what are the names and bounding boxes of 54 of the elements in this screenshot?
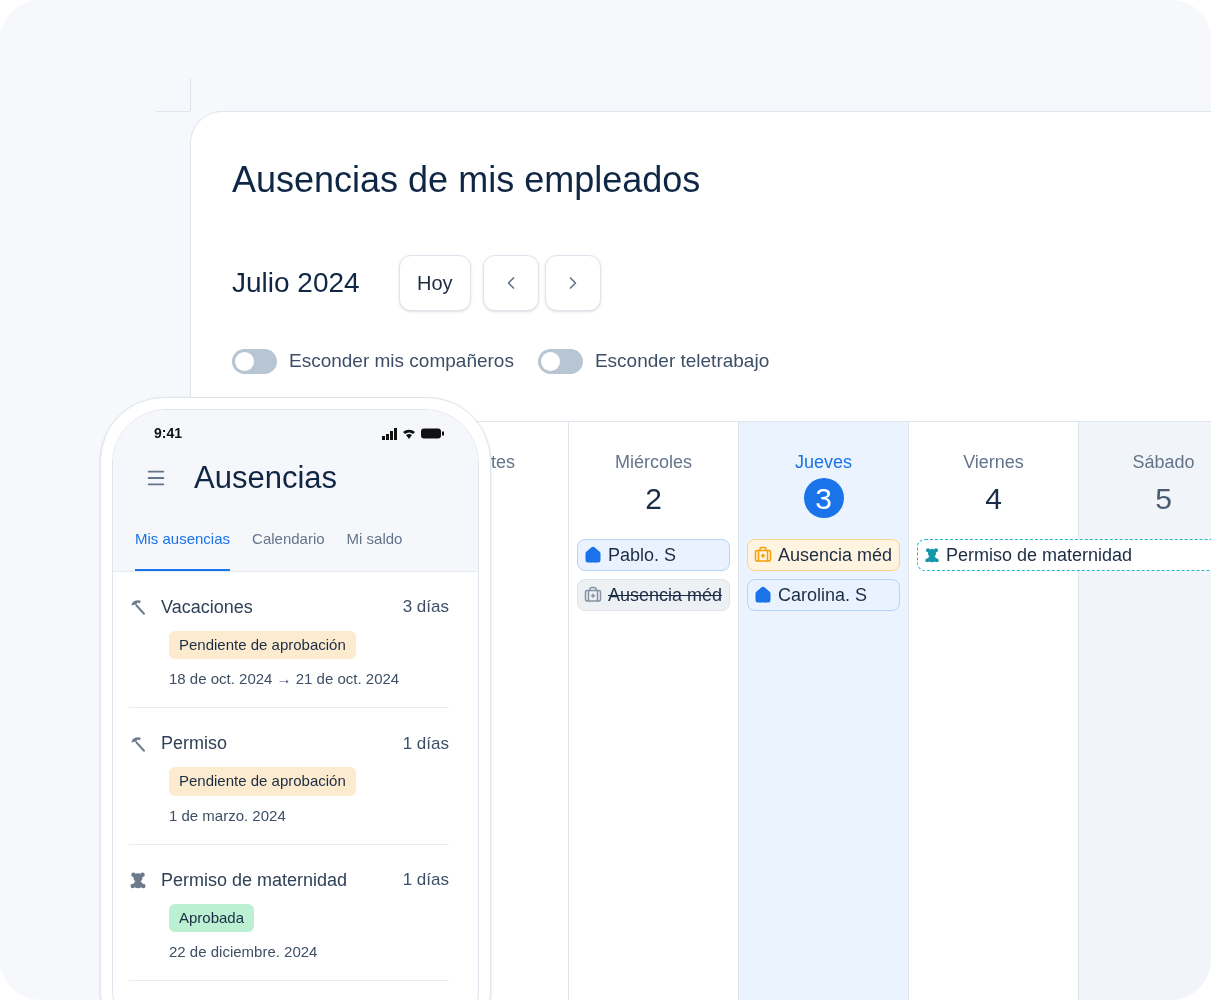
weekday-label: Sábado	[1132, 451, 1195, 474]
house-icon	[754, 586, 772, 604]
medical-kit-icon	[584, 586, 602, 604]
absence-type: Permiso de maternidad	[161, 868, 348, 892]
next-button[interactable]	[544, 255, 601, 311]
tab[interactable]: Mi saldo	[346, 524, 403, 571]
weekday-label: Jueves	[794, 451, 852, 474]
absence-event[interactable]: Pablo. S	[577, 539, 730, 571]
day-number: 4	[984, 480, 1003, 517]
status-badge: Pendiente de aprobación	[169, 630, 356, 659]
weekday-label: tes	[491, 451, 515, 474]
weekday-label: Viernes	[963, 451, 1024, 474]
absence-dates: 22 de diciembre. 2024	[169, 943, 318, 960]
wifi-icon	[402, 428, 416, 439]
app-title: Ausencias	[194, 458, 338, 497]
toggle-label: Esconder teletrabajo	[594, 348, 770, 373]
absence-event[interactable]: Ausencia méd	[577, 579, 730, 611]
today-button[interactable]: Hoy	[399, 255, 471, 311]
weekday-label: Miércoles	[615, 451, 692, 474]
absence-duration: 3 días	[402, 596, 449, 619]
status-badge: Aprobada	[169, 903, 255, 932]
absence-dates: 1 de marzo. 2024	[169, 806, 286, 824]
absence-dates: 18 de oct. 2024 → 21 de oct. 2024	[169, 670, 400, 687]
absence-type: Vacaciones	[161, 595, 253, 619]
event-label: Pablo. S	[608, 543, 677, 567]
absence-event[interactable]: Ausencia méd	[747, 539, 900, 571]
day-number: 2	[644, 480, 663, 517]
event-label: Ausencia méd	[608, 583, 723, 607]
absence-duration: 1 días	[402, 732, 449, 755]
page-title: Ausencias de mis empleados	[232, 160, 702, 200]
absence-event[interactable]: Permiso de maternidad	[917, 539, 1211, 571]
day-number: 3	[803, 478, 844, 518]
medical-kit-icon	[754, 546, 772, 564]
event-label: Permiso de maternidad	[946, 543, 1133, 567]
tab[interactable]: Mis ausencias	[135, 524, 231, 571]
teddy-bear-icon	[129, 871, 147, 889]
signal-icon	[382, 427, 397, 440]
toggle-switch[interactable]	[537, 348, 583, 374]
toggle-switch[interactable]	[232, 348, 277, 374]
month-label: Julio 2024	[232, 266, 361, 300]
absence-duration: 1 días	[402, 869, 449, 892]
house-icon	[584, 546, 602, 564]
status-time: 9:41	[154, 424, 183, 443]
teddy-bear-icon	[924, 547, 940, 563]
previous-button[interactable]	[482, 255, 539, 311]
day-number: 5	[1154, 480, 1173, 517]
status-badge: Pendiente de aprobación	[169, 767, 356, 796]
event-label: Carolina. S	[778, 583, 868, 607]
toggle-label: Esconder mis compañeros	[289, 348, 514, 373]
event-label: Ausencia méd	[778, 543, 893, 567]
absence-type: Permiso	[161, 732, 227, 755]
battery-icon	[421, 428, 444, 439]
absence-event[interactable]: Carolina. S	[747, 579, 900, 611]
tab[interactable]: Calendario	[252, 524, 325, 571]
